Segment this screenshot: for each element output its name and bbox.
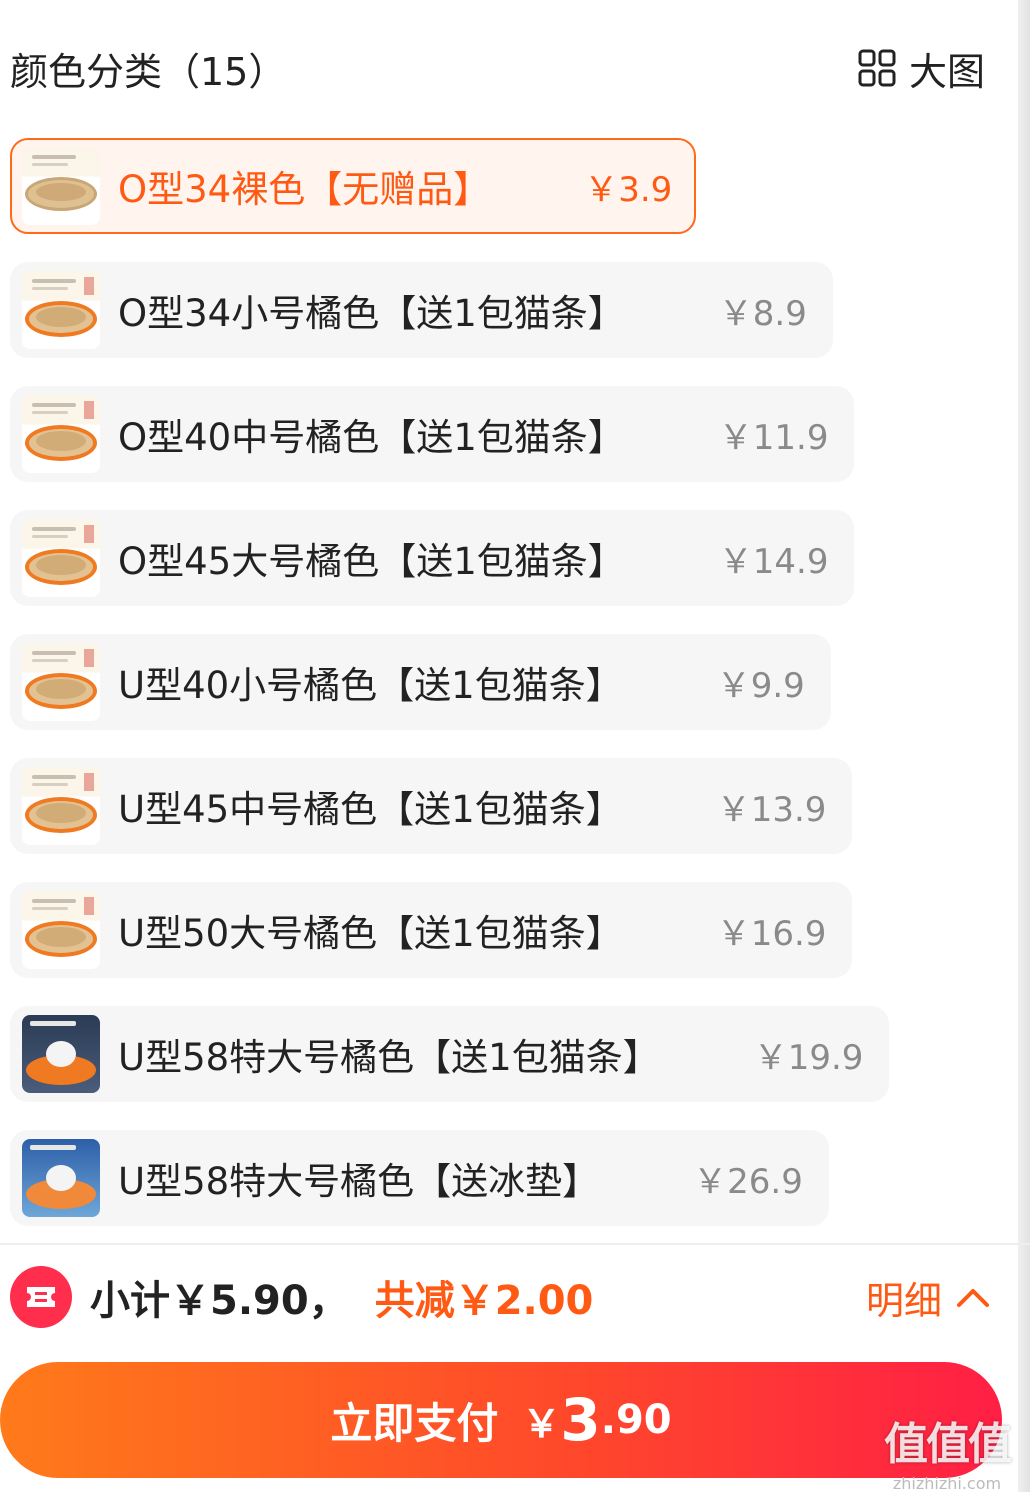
header-title: 颜色分类（15） bbox=[10, 49, 287, 94]
option-price: ￥13.9 bbox=[716, 789, 827, 830]
option-price: ￥19.9 bbox=[753, 1037, 864, 1078]
option-thumbnail bbox=[22, 1139, 100, 1217]
watermark-logo: 值值值 bbox=[884, 1419, 1012, 1470]
divider bbox=[0, 1243, 1030, 1245]
pay-now-button[interactable]: 立即支付 ￥ 3 .90 bbox=[0, 1362, 1002, 1478]
option-label: U型45中号橘色【送1包猫条】 bbox=[118, 788, 623, 831]
sku-option[interactable]: U型45中号橘色【送1包猫条】 ￥13.9 bbox=[10, 758, 853, 854]
sku-option[interactable]: O型45大号橘色【送1包猫条】 ￥14.9 bbox=[10, 510, 855, 606]
option-label: O型40中号橘色【送1包猫条】 bbox=[118, 416, 625, 459]
option-price: ￥14.9 bbox=[718, 541, 829, 582]
chevron-up-icon bbox=[957, 1289, 989, 1307]
sku-option[interactable]: U型58特大号橘色【送1包猫条】 ￥19.9 bbox=[10, 1006, 890, 1102]
option-thumbnail bbox=[22, 643, 100, 721]
option-price: ￥11.9 bbox=[718, 417, 829, 458]
option-price: ￥16.9 bbox=[716, 913, 827, 954]
option-thumbnail bbox=[22, 271, 100, 349]
option-label: U型50大号橘色【送1包猫条】 bbox=[118, 912, 623, 955]
pay-amount-decimal: .90 bbox=[600, 1397, 672, 1443]
header: 颜色分类（15） 大图 bbox=[10, 36, 985, 100]
sku-selector-page: 颜色分类（15） 大图 O型34裸色【无赠品】 ￥3.9 O型34小号橘色【送1包猫… bbox=[0, 0, 1030, 1492]
pay-currency: ￥ bbox=[522, 1401, 561, 1446]
option-label: O型34裸色【无赠品】 bbox=[118, 168, 491, 211]
option-price: ￥26.9 bbox=[693, 1161, 803, 1202]
price-summary: 小计￥5.90， 共减￥2.00 明细 bbox=[10, 1262, 990, 1332]
pay-amount-integer: 3 bbox=[560, 1386, 601, 1454]
option-thumbnail bbox=[22, 519, 100, 597]
sku-option[interactable]: U型50大号橘色【送1包猫条】 ￥16.9 bbox=[10, 882, 853, 978]
sku-option[interactable]: O型34裸色【无赠品】 ￥3.9 bbox=[10, 138, 697, 234]
sku-option[interactable]: U型58特大号橘色【送冰垫】 ￥26.9 bbox=[10, 1130, 829, 1226]
watermark: 值值值 zhizhizhi.com bbox=[872, 1408, 1022, 1492]
sku-option[interactable]: O型40中号橘色【送1包猫条】 ￥11.9 bbox=[10, 386, 855, 482]
detail-toggle[interactable]: 明细 bbox=[866, 1270, 990, 1325]
sku-option[interactable]: U型40小号橘色【送1包猫条】 ￥9.9 bbox=[10, 634, 831, 730]
discount-text: 共减￥2.00 bbox=[374, 1278, 594, 1324]
option-thumbnail bbox=[22, 395, 100, 473]
pay-label: 立即支付 bbox=[330, 1398, 499, 1448]
detail-label: 明细 bbox=[865, 1278, 942, 1323]
option-thumbnail bbox=[22, 767, 100, 845]
sku-option[interactable]: O型34小号橘色【送1包猫条】 ￥8.9 bbox=[10, 262, 833, 358]
big-view-toggle[interactable]: 大图 bbox=[857, 41, 985, 96]
option-label: U型40小号橘色【送1包猫条】 bbox=[118, 664, 623, 707]
option-thumbnail bbox=[22, 891, 100, 969]
option-label: U型58特大号橘色【送1包猫条】 bbox=[118, 1036, 660, 1079]
option-label: O型45大号橘色【送1包猫条】 bbox=[118, 540, 625, 583]
option-list: O型34裸色【无赠品】 ￥3.9 O型34小号橘色【送1包猫条】 ￥8.9 O型40中号… bbox=[10, 138, 910, 1254]
coupon-icon bbox=[10, 1266, 72, 1328]
watermark-url: zhizhizhi.com bbox=[892, 1474, 1002, 1492]
grid-icon bbox=[858, 49, 896, 87]
option-thumbnail bbox=[22, 1015, 100, 1093]
option-thumbnail bbox=[22, 147, 100, 225]
subtotal-text: 小计￥5.90， bbox=[90, 1278, 349, 1324]
option-label: O型34小号橘色【送1包猫条】 bbox=[118, 292, 625, 335]
option-price: ￥9.9 bbox=[716, 665, 805, 706]
option-price: ￥8.9 bbox=[718, 293, 807, 334]
side-edge bbox=[1018, 0, 1030, 1492]
big-view-label: 大图 bbox=[908, 49, 985, 94]
option-label: U型58特大号橘色【送冰垫】 bbox=[118, 1160, 600, 1203]
option-price: ￥3.9 bbox=[584, 169, 673, 210]
